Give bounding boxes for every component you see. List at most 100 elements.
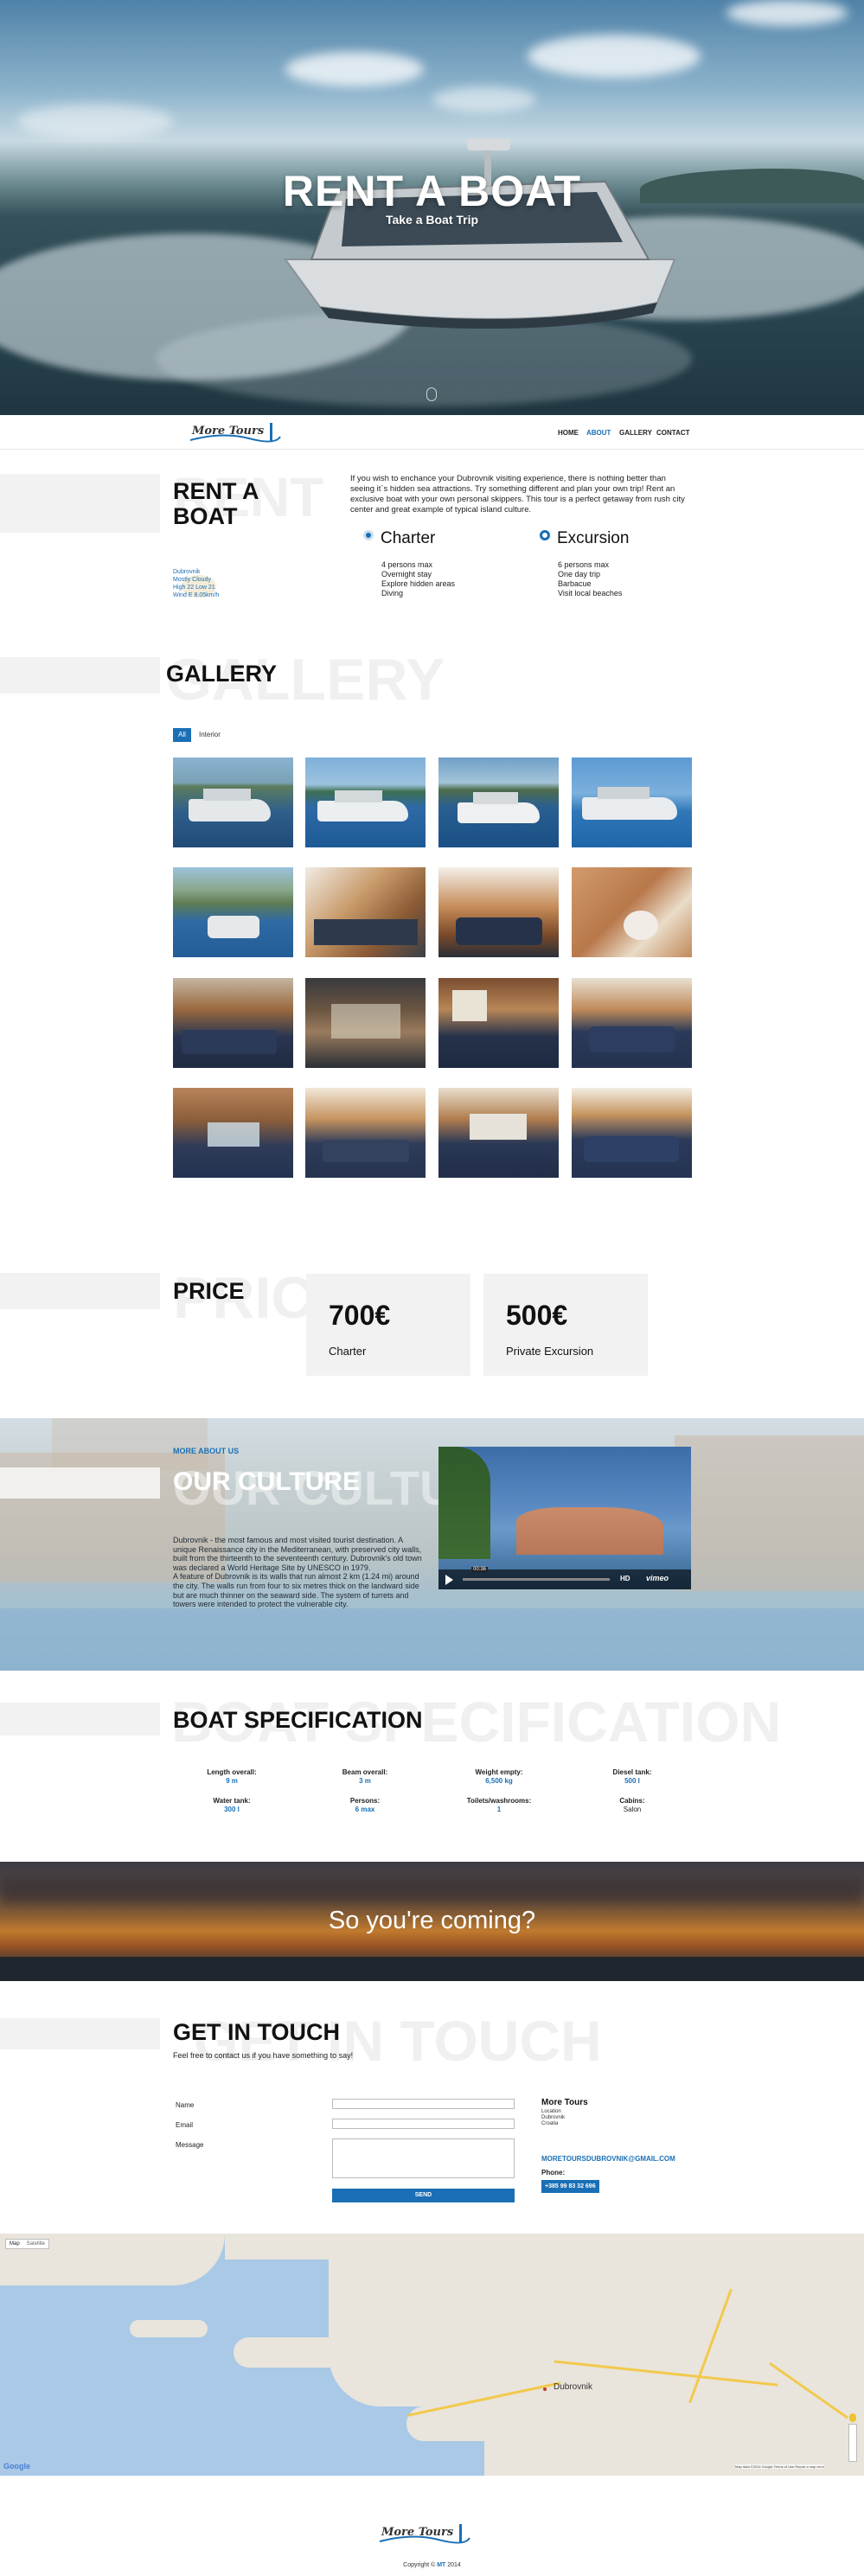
email-input[interactable] [332,2119,515,2129]
gallery-photo[interactable] [305,757,426,847]
hero-banner: RENT A BOAT Take a Boat Trip [0,0,864,415]
copyright: Copyright © MT 2014 [0,2562,864,2568]
about-title: RENT A BOAT [173,479,259,529]
pegman-icon[interactable] [849,2413,856,2422]
satellite-tab[interactable]: Satellite [23,2241,48,2247]
logo[interactable]: More Tours [189,421,282,444]
address-country: Croatia [541,2121,559,2126]
copyright-brand: MT [437,2562,446,2568]
section-accent-bar [0,1703,160,1735]
about-intro: If you wish to enchance your Dubrovnik v… [350,474,685,515]
gallery-photo[interactable] [438,867,559,957]
gallery-photo[interactable] [173,757,293,847]
spec-item: Diesel tank: 500 l [585,1768,680,1785]
spec-item: Water tank: 300 l [184,1797,279,1813]
gallery-photo[interactable] [572,978,692,1068]
top-navigation: More Tours HOME ABOUT GALLERY CONTACT [0,415,864,450]
nav-contact[interactable]: CONTACT [656,429,690,437]
logo-text: More Tours [381,2526,454,2539]
copyright-year: 2014 [445,2562,461,2568]
gallery-photo[interactable] [572,1088,692,1178]
gallery-photo[interactable] [438,757,559,847]
spec-item: Length overall: 9 m [184,1768,279,1785]
spec-key: Diesel tank: [612,1768,652,1776]
gallery-photo[interactable] [438,978,559,1068]
phone-number[interactable]: +385 99 83 32 696 [541,2180,599,2193]
logo-text: More Tours [192,425,265,438]
video-time: 00:36 [471,1567,489,1572]
location-map[interactable]: Dubrovnik Map Satellite Google Map data ©… [0,2234,864,2476]
culture-section [0,1418,864,1671]
contact-title: GET IN TOUCH [173,2019,341,2045]
map-terms[interactable]: Map data ©2014 Google Terms of Use Repor… [735,2464,825,2469]
gallery-photo[interactable] [173,978,293,1068]
spec-title: BOAT SPECIFICATION [173,1707,423,1733]
gallery-photo[interactable] [438,1088,559,1178]
map-tab[interactable]: Map [6,2241,23,2247]
scroll-down-icon[interactable] [426,387,437,401]
map-land [329,2234,864,2407]
spec-key: Weight empty: [475,1768,523,1776]
gallery-photo[interactable] [305,978,426,1068]
map-land [225,2234,363,2260]
gallery-photo[interactable] [305,867,426,957]
name-label: Name [176,2101,195,2109]
video-hd[interactable]: HD [620,1575,630,1582]
price-card-charter: 700€ Charter [306,1274,470,1376]
gallery-photo[interactable] [572,867,692,957]
send-button[interactable]: SEND [332,2189,515,2202]
address-city: Dubrovnik [541,2115,566,2120]
gallery-photo[interactable] [572,757,692,847]
charter-icon [363,530,374,540]
message-textarea[interactable] [332,2138,515,2178]
section-accent-bar [0,657,160,694]
company-name: More Tours [541,2098,588,2107]
spec-key: Beam overall: [342,1768,388,1776]
excursion-title: Excursion [557,529,630,547]
section-accent-bar [0,1467,160,1499]
google-logo: Google [3,2462,30,2471]
zoom-control[interactable] [848,2424,857,2462]
email-label: Email [176,2121,194,2129]
spec-value: 1 [496,1806,502,1813]
excursion-item: Visit local beaches [558,589,623,598]
hero-title: RENT A BOAT [282,167,582,215]
gallery-photo[interactable] [305,1088,426,1178]
spec-value: 300 l [224,1806,240,1813]
spec-key: Persons: [349,1797,381,1805]
video-progress[interactable] [463,1578,610,1581]
price-title: PRICE [173,1278,245,1304]
price-card-excursion: 500€ Private Excursion [483,1274,648,1376]
cloud [726,0,848,26]
copyright-text: Copyright © [403,2562,438,2568]
spec-key: Cabins: [619,1797,645,1805]
culture-kicker: MORE ABOUT US [173,1447,240,1455]
culture-title: OUR CULTURE [173,1467,361,1496]
name-input[interactable] [332,2099,515,2109]
vimeo-logo[interactable]: vimeo [646,1574,669,1582]
video-controls: 00:36 HD vimeo [438,1567,691,1589]
nav-home[interactable]: HOME [558,429,579,437]
gallery-photo[interactable] [173,1088,293,1178]
gallery-photo[interactable] [173,867,293,957]
filter-interior[interactable]: Interior [194,728,226,742]
culture-video[interactable]: 00:36 HD vimeo [438,1447,691,1589]
location-label: Location [541,2109,561,2114]
nav-gallery[interactable]: GALLERY [619,429,652,437]
footer-logo[interactable]: More Tours [378,2522,471,2546]
spec-key: Toilets/washrooms: [466,1797,532,1805]
video-town [516,1507,663,1555]
excursion-list: 6 persons max One day trip Barbacue Visi… [558,560,622,598]
cloud [17,104,173,138]
spec-value: 500 l [624,1777,640,1785]
hero-subtitle: Take a Boat Trip [385,213,479,227]
charter-list: 4 persons max Overnight stay Explore hid… [381,560,455,598]
play-icon[interactable] [445,1575,453,1585]
contact-email[interactable]: MORETOURSDUBROVNIK@GMAIL.COM [541,2155,675,2163]
map-marker-icon[interactable] [543,2387,547,2391]
nav-about[interactable]: ABOUT [586,429,611,437]
section-accent-bar [0,2018,160,2049]
spec-item: Cabins: Salon [585,1797,680,1813]
charter-item: Diving [381,589,404,598]
filter-all[interactable]: All [173,728,191,742]
